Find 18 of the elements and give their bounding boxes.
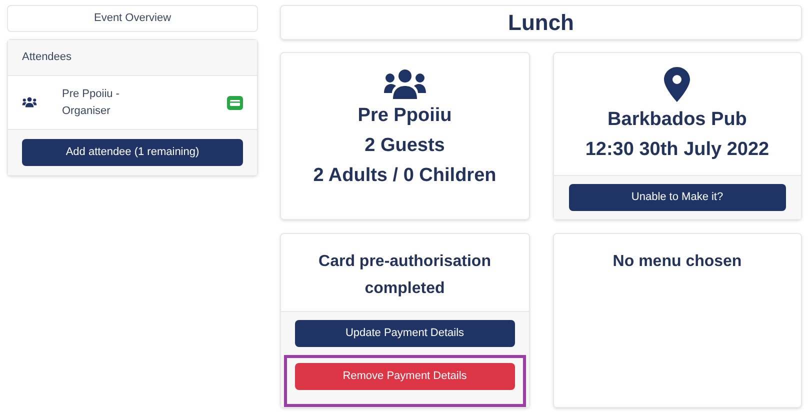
location-pin-icon — [664, 67, 690, 102]
payment-status-text: Card pre-authorisation completed — [318, 252, 492, 298]
users-icon — [382, 69, 427, 101]
unable-to-make-it-button[interactable]: Unable to Make it? — [568, 184, 786, 211]
event-overview-button[interactable]: Event Overview — [7, 5, 258, 32]
add-attendee-button[interactable]: Add attendee (1 remaining) — [22, 139, 243, 166]
payment-button[interactable]: Remove Payment Details — [295, 363, 514, 390]
attendee-name: Pre Ppoiiu - Organiser — [62, 86, 120, 118]
event-title: Lunch — [508, 9, 574, 37]
venue-info-text: Barkbados Pub — [608, 108, 747, 131]
guest-info-text: Pre Ppoiiu — [358, 104, 452, 127]
payment-button[interactable]: Update Payment Details — [295, 320, 514, 347]
venue-info-text: 12:30 30th July 2022 — [585, 138, 770, 161]
menu-status-text: No menu chosen — [612, 252, 743, 272]
users-icon — [22, 97, 37, 108]
guest-info-text: 2 Guests — [364, 134, 445, 157]
guest-info-text: 2 Adults / 0 Children — [313, 164, 496, 187]
card-header: Attendees — [8, 40, 257, 76]
